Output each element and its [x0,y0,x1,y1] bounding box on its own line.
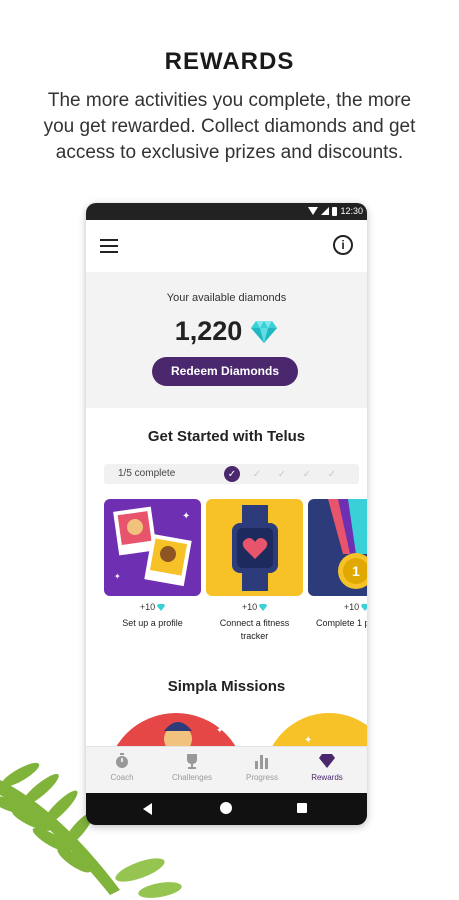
menu-icon[interactable] [100,239,118,253]
diamond-icon [259,603,268,611]
nav-progress[interactable]: Progress [227,752,297,782]
task-cards: ✦ ✦ +10 Set up a profile +10 Connect a f… [104,499,367,659]
card-reward: +10 [241,602,258,612]
check-pending-icon: ✓ [277,468,287,480]
trophy-icon [157,752,227,770]
stopwatch-icon [87,752,157,770]
missions-title: Simpla Missions [167,678,286,695]
nav-coach[interactable]: Coach [87,752,157,782]
nav-label: Rewards [311,773,343,782]
get-started-title: Get Started with Telus [147,428,306,445]
progress-label: 1/5 complete [118,468,176,479]
diamond-icon [157,603,166,611]
svg-text:✦: ✦ [304,735,312,746]
check-pending-icon: ✓ [302,468,312,480]
nav-label: Coach [110,773,134,782]
bottom-navigation: Coach Challenges Progress Rewards [86,746,367,794]
diamond-icon [292,752,362,770]
diamond-icon [251,320,278,343]
signal-icon [321,207,330,215]
status-time: 12:30 [340,206,363,216]
app-bar: i [86,220,367,272]
nav-label: Progress [245,773,278,782]
nav-rewards[interactable]: Rewards [292,752,362,782]
main-content: Get Started with Telus 1/5 complete ✓ ✓ … [86,408,367,746]
task-card-category[interactable]: 1 +10 Complete 1 per cate [308,499,367,630]
promo-title: REWARDS [164,48,295,75]
redeem-diamonds-button[interactable]: Redeem Diamonds [152,357,298,386]
diamonds-label: Your available diamonds [166,292,287,304]
mission-card[interactable]: ✦ [106,713,246,746]
photos-icon: ✦ ✦ [104,499,201,596]
card-reward: +10 [343,602,360,612]
card-reward: +10 [139,602,156,612]
wifi-icon [308,207,319,215]
svg-text:1: 1 [352,563,360,579]
card-label: Set up a profile [122,618,183,628]
promo-description: The more activities you complete, the mo… [43,90,416,163]
task-card-fitness-tracker[interactable]: +10 Connect a fitness tracker [206,499,303,643]
diamonds-panel: Your available diamonds 1,220 Redeem Dia… [86,272,367,408]
diamond-icon [361,603,367,611]
card-label: Complete 1 per cate [315,618,367,628]
check-pending-icon: ✓ [252,468,262,480]
info-icon[interactable]: i [333,235,353,255]
system-navigation-bar [86,793,367,825]
progress-tracker: 1/5 complete ✓ ✓ ✓ ✓ ✓ [104,464,359,484]
check-complete-icon: ✓ [224,466,240,482]
nav-label: Challenges [171,773,213,782]
home-icon[interactable] [220,802,232,814]
bar-chart-icon [227,752,297,770]
phone-screen: 12:30 i Your available diamonds 1,220 Re… [86,203,367,825]
mission-card[interactable]: ✦ [264,713,367,746]
diamonds-count: 1,220 [174,316,243,346]
svg-text:✦: ✦ [114,572,121,581]
nav-challenges[interactable]: Challenges [157,752,227,782]
status-bar: 12:30 [86,203,367,220]
check-pending-icon: ✓ [327,468,337,480]
card-label: Connect a fitness tracker [219,618,290,641]
svg-text:✦: ✦ [182,511,190,522]
medal-icon: 1 [308,499,367,596]
svg-text:✦: ✦ [216,725,224,735]
smartwatch-heart-icon [206,499,303,596]
task-card-profile[interactable]: ✦ ✦ +10 Set up a profile [104,499,201,630]
back-icon[interactable] [143,803,152,815]
battery-icon [332,206,338,216]
recent-apps-icon[interactable] [297,803,307,813]
